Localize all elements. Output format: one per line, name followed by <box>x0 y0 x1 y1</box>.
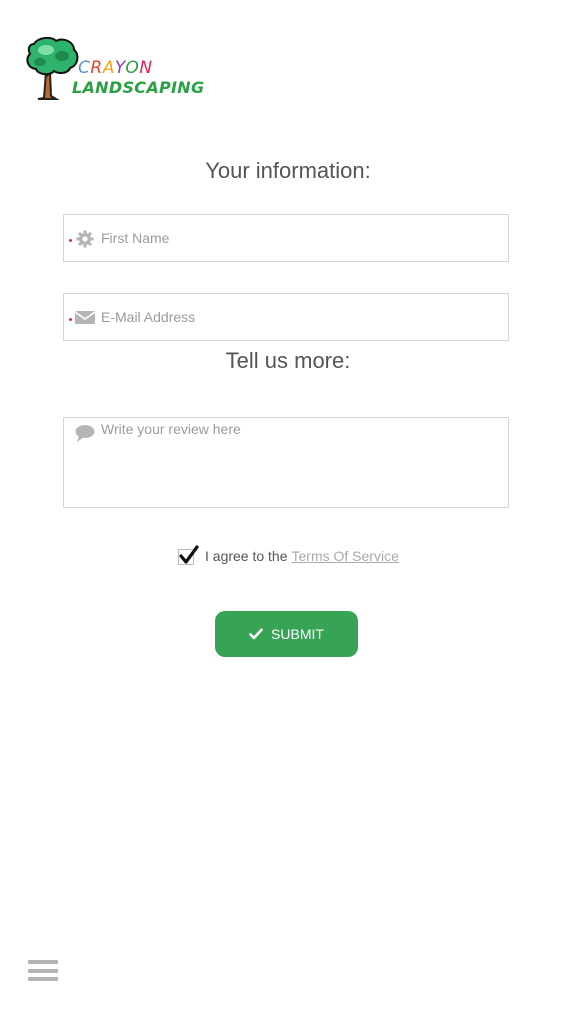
speech-bubble-icon <box>75 425 95 442</box>
brand-logo[interactable]: CRAYON LANDSCAPING <box>24 36 204 106</box>
hamburger-menu-icon[interactable] <box>28 960 58 986</box>
section-title-more: Tell us more: <box>225 348 351 373</box>
terms-text: I agree to the <box>205 548 288 564</box>
checkmark-icon <box>179 545 199 564</box>
email-field <box>63 293 509 341</box>
terms-checkbox[interactable] <box>178 545 199 565</box>
submit-button[interactable]: SUBMIT <box>215 611 358 657</box>
brand-name-landscaping: LANDSCAPING <box>72 78 205 97</box>
required-indicator <box>69 239 72 242</box>
section-title-information: Your information: <box>205 158 371 183</box>
terms-agreement: I agree to the Terms Of Service <box>178 544 399 568</box>
submit-label: SUBMIT <box>271 626 324 642</box>
first-name-input[interactable] <box>101 215 500 261</box>
envelope-icon <box>75 311 95 324</box>
gear-icon <box>76 230 94 248</box>
review-textarea[interactable] <box>101 420 500 504</box>
first-name-field <box>63 214 509 262</box>
email-input[interactable] <box>101 294 500 340</box>
required-indicator <box>69 318 72 321</box>
terms-of-service-link[interactable]: Terms Of Service <box>292 548 399 564</box>
brand-name-crayon: CRAYON <box>78 58 153 78</box>
review-field <box>63 417 509 508</box>
check-icon <box>249 628 263 640</box>
